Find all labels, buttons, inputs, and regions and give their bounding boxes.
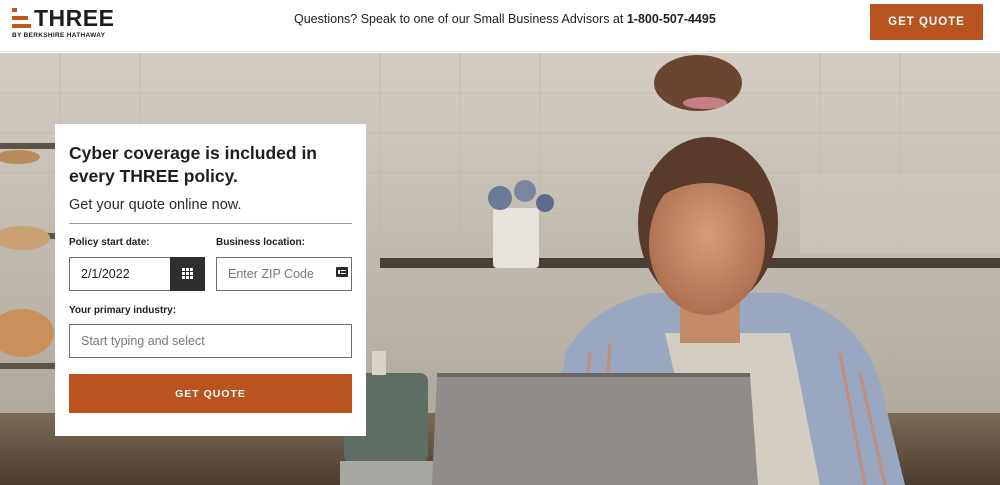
industry-label: Your primary industry: xyxy=(69,305,177,316)
calendar-button[interactable] xyxy=(170,257,205,291)
quote-form-card: Cyber coverage is included in every THRE… xyxy=(55,124,366,436)
id-card-icon xyxy=(336,267,348,277)
form-divider xyxy=(69,223,352,224)
business-location-label: Business location: xyxy=(216,237,305,248)
advisor-contact-text: Questions? Speak to one of our Small Bus… xyxy=(294,12,716,26)
form-subtitle: Get your quote online now. xyxy=(69,197,242,213)
phone-number[interactable]: 1-800-507-4495 xyxy=(627,12,716,26)
policy-start-date-input[interactable] xyxy=(69,257,171,291)
questions-text: Questions? Speak to one of our Small Bus… xyxy=(294,12,627,26)
zip-code-input[interactable] xyxy=(216,257,352,291)
brand-logo[interactable]: THREE BY BERKSHIRE HATHAWAY xyxy=(12,5,115,42)
start-date-label: Policy start date: xyxy=(69,237,150,248)
logo-mark-icon xyxy=(12,6,34,30)
logo-wordmark: THREE xyxy=(34,5,115,31)
calendar-icon xyxy=(182,268,193,279)
site-header: THREE BY BERKSHIRE HATHAWAY Questions? S… xyxy=(0,0,1000,52)
form-get-quote-button[interactable]: GET QUOTE xyxy=(69,374,352,413)
header-get-quote-button[interactable]: GET QUOTE xyxy=(870,4,983,40)
logo-tagline: BY BERKSHIRE HATHAWAY xyxy=(12,32,106,39)
form-title: Cyber coverage is included in every THRE… xyxy=(69,143,317,186)
industry-input[interactable] xyxy=(69,324,352,358)
